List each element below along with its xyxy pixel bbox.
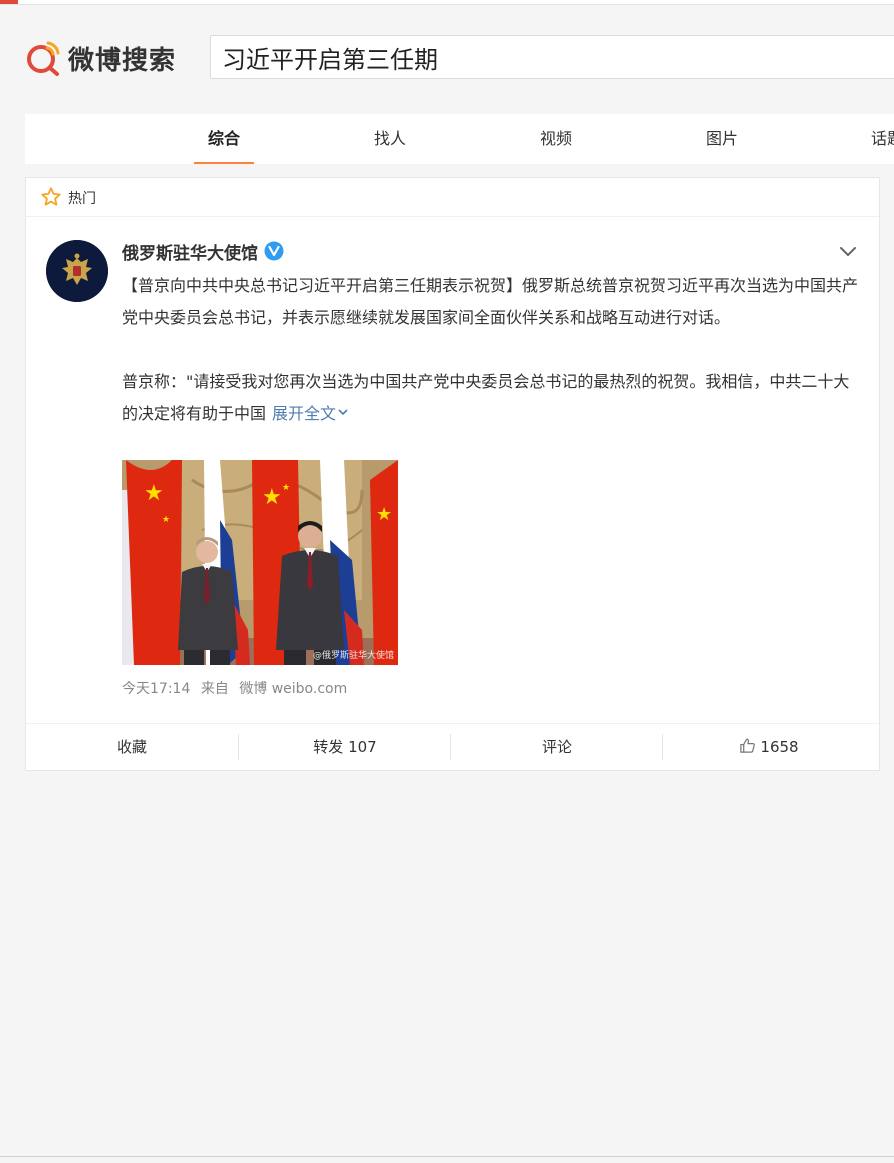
post-paragraph-text: 普京称："请接受我对您再次当选为中国共产党中央委员会总书记的最热烈的祝贺。我相信… xyxy=(122,372,850,423)
tab-label: 图片 xyxy=(705,129,738,148)
post-time[interactable]: 今天17:14 xyxy=(122,681,190,697)
search-logo-icon xyxy=(27,41,60,76)
svg-text:★: ★ xyxy=(376,504,392,525)
russian-emblem-icon xyxy=(46,240,108,302)
expand-chevron-icon xyxy=(338,409,348,416)
post-text: 【普京向中共中央总书记习近平开启第三任期表示祝贺】俄罗斯总统普京祝贺习近平再次当… xyxy=(122,270,862,430)
post-card: 热门 俄罗斯驻华大使馆 【普京向中共中央总书记习近平开启第三任期表示祝贺】俄罗斯… xyxy=(25,177,880,771)
active-tab-underline xyxy=(194,162,254,164)
like-button[interactable]: 1658 xyxy=(663,724,875,772)
tab-topics[interactable]: 话题 xyxy=(871,114,894,164)
tab-people[interactable]: 找人 xyxy=(360,114,420,164)
page-bottom-border xyxy=(0,1156,894,1157)
top-corner-accent xyxy=(0,0,18,4)
like-count: 1658 xyxy=(760,738,799,756)
tab-label: 视频 xyxy=(539,129,572,148)
post-source-prefix: 来自 xyxy=(200,681,229,697)
author-name[interactable]: 俄罗斯驻华大使馆 xyxy=(122,239,258,264)
svg-text:★: ★ xyxy=(282,483,290,493)
comment-button[interactable]: 评论 xyxy=(451,724,663,772)
expand-label: 展开全文 xyxy=(272,404,337,423)
thumbs-up-icon xyxy=(740,738,756,753)
tab-comprehensive[interactable]: 综合 xyxy=(194,114,254,164)
post-meta: 今天17:14 来自 微博 weibo.com xyxy=(122,678,353,698)
post-source[interactable]: 微博 weibo.com xyxy=(239,681,347,697)
chevron-down-icon[interactable] xyxy=(837,240,859,262)
svg-text:★: ★ xyxy=(262,485,282,510)
star-icon xyxy=(41,187,61,206)
image-watermark: @俄罗斯驻华大使馆 xyxy=(312,651,394,661)
post-actions: 收藏 转发 107 评论 1658 xyxy=(26,723,879,772)
verified-badge-icon xyxy=(264,241,284,261)
favorite-label: 收藏 xyxy=(116,738,147,756)
svg-text:★: ★ xyxy=(144,481,164,506)
tab-images[interactable]: 图片 xyxy=(692,114,752,164)
search-input[interactable] xyxy=(211,36,882,78)
logo-text: 微博搜索 xyxy=(68,45,177,76)
photo-illustration: ★ ★ ★ ★ ★ xyxy=(122,460,398,665)
repost-label: 转发 107 xyxy=(313,738,377,756)
tab-video[interactable]: 视频 xyxy=(526,114,586,164)
post-paragraph: 【普京向中共中央总书记习近平开启第三任期表示祝贺】俄罗斯总统普京祝贺习近平再次当… xyxy=(122,276,859,327)
comment-label: 评论 xyxy=(541,738,572,756)
card-header: 热门 xyxy=(26,178,879,217)
search-tabs: 综合 找人 视频 图片 话题 xyxy=(25,114,894,164)
expand-full-text-link[interactable]: 展开全文 xyxy=(272,404,349,423)
tab-label: 找人 xyxy=(373,129,406,148)
tab-label: 综合 xyxy=(207,129,240,148)
tab-label: 话题 xyxy=(871,129,894,148)
hot-label: 热门 xyxy=(68,191,96,207)
search-box[interactable] xyxy=(210,35,894,79)
weibo-search-logo[interactable]: 微博搜索 xyxy=(24,38,176,78)
avatar[interactable] xyxy=(46,240,108,302)
browser-top-bar xyxy=(0,0,894,5)
author-row: 俄罗斯驻华大使馆 xyxy=(122,238,284,264)
repost-button[interactable]: 转发 107 xyxy=(239,724,451,772)
post-image[interactable]: ★ ★ ★ ★ ★ @俄罗斯驻华大使馆 xyxy=(122,460,398,665)
svg-text:★: ★ xyxy=(162,515,170,525)
favorite-button[interactable]: 收藏 xyxy=(26,724,238,772)
post-paragraph: 普京称："请接受我对您再次当选为中国共产党中央委员会总书记的最热烈的祝贺。我相信… xyxy=(122,366,862,430)
